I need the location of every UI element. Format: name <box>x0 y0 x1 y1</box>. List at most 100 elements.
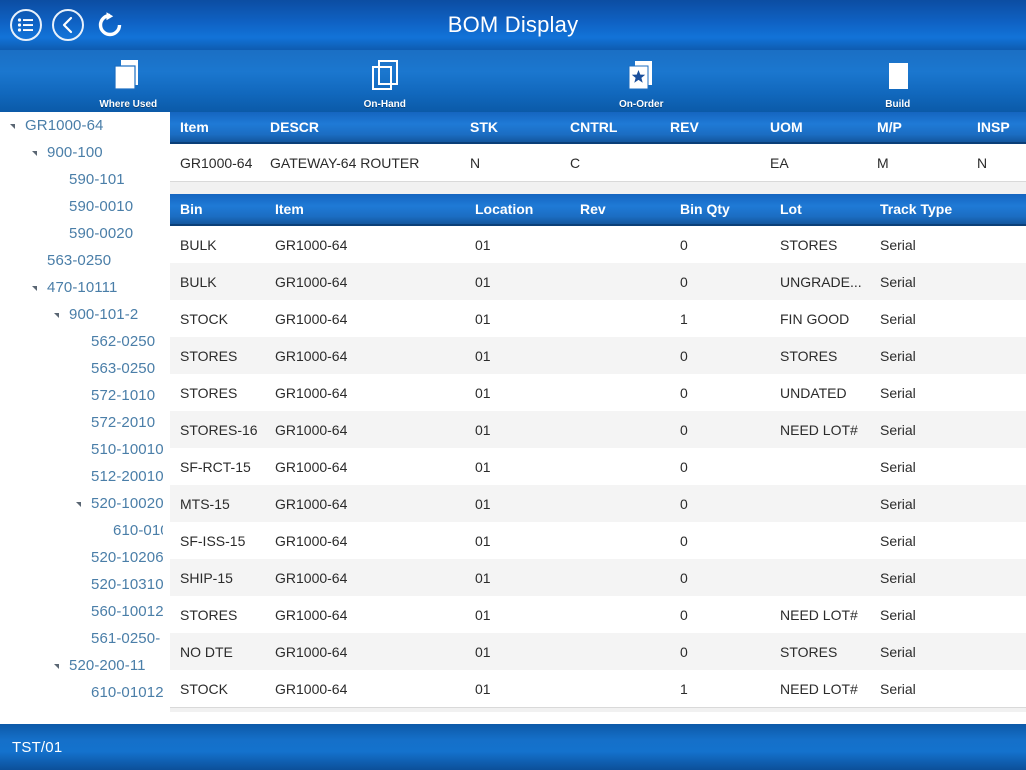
table-row[interactable]: MTS-15 GR1000-64 01 0 Serial <box>170 485 1026 522</box>
column-header-cntrl[interactable]: CNTRL <box>570 119 670 135</box>
tree-item[interactable]: 563-0250 <box>0 355 163 382</box>
table-row[interactable]: STOCK GR1000-64 01 1 NEED LOT# Serial <box>170 670 1026 707</box>
cell-bin-item: GR1000-64 <box>275 495 348 512</box>
single-page-icon <box>874 57 922 97</box>
two-squares-outline-icon <box>361 57 409 97</box>
tree-item[interactable]: 590-0020 <box>0 220 163 247</box>
page-title: BOM Display <box>447 12 579 37</box>
cell-lot: NEED LOT# <box>780 421 858 438</box>
tree-item[interactable]: 572-1010 <box>0 382 163 409</box>
tree-caret-spacer <box>74 605 87 618</box>
cell-lot: FIN GOOD <box>780 310 850 327</box>
tree-caret-spacer <box>52 173 65 186</box>
cell-bin-qty: 0 <box>680 495 688 512</box>
cell-bin-item: GR1000-64 <box>275 310 348 327</box>
table-row[interactable]: NO DTE GR1000-64 01 0 STORES Serial <box>170 633 1026 670</box>
cell-descr: GATEWAY-64 ROUTER <box>270 154 420 171</box>
cell-bin-item: GR1000-64 <box>275 680 348 697</box>
bom-tree[interactable]: GR1000-64 900-100 590-101 590-0010 590-0020 5… <box>0 112 164 712</box>
table-row[interactable]: STORES GR1000-64 01 0 STORES Serial <box>170 337 1026 374</box>
table-row[interactable]: BULK GR1000-64 01 0 UNGRADE... Serial <box>170 263 1026 300</box>
toolbar-button-build[interactable]: Build <box>770 50 1026 112</box>
column-header-insp[interactable]: INSP <box>977 119 1026 135</box>
toolbar-button-where-used[interactable]: Where Used <box>0 50 257 112</box>
toolbar: Where Used On-Hand On-Order Build <box>0 50 1026 112</box>
column-header-descr[interactable]: DESCR <box>270 119 470 135</box>
column-header-rev[interactable]: REV <box>670 119 770 135</box>
tree-item[interactable]: 520-10310 <box>0 571 163 598</box>
cell-bin: STORES-16 <box>180 421 258 438</box>
cell-lot: NEED LOT# <box>780 606 858 623</box>
tree-item[interactable]: 561-0250- <box>0 625 163 652</box>
tree-item[interactable]: 900-100 <box>0 139 163 166</box>
cell-location: 01 <box>475 347 491 364</box>
tree-expand-caret-icon[interactable] <box>30 281 43 294</box>
column-header-uom[interactable]: UOM <box>770 119 877 135</box>
tree-caret-spacer <box>74 389 87 402</box>
column-header-lot[interactable]: Lot <box>780 201 880 217</box>
column-header-location[interactable]: Location <box>475 201 580 217</box>
cell-bin: STORES <box>180 606 238 623</box>
tree-item-label: 900-100 <box>47 144 103 161</box>
cell-location: 01 <box>475 236 491 253</box>
column-header-bin-item[interactable]: Item <box>275 201 475 217</box>
tree-item[interactable]: 590-0010 <box>0 193 163 220</box>
column-header-item[interactable]: Item <box>170 119 270 135</box>
title-bar-icon-group <box>0 9 126 41</box>
column-header-bin[interactable]: Bin <box>170 201 275 217</box>
table-row[interactable]: SHIP-15 GR1000-64 01 0 Serial <box>170 559 1026 596</box>
tree-item[interactable]: 512-20010 <box>0 463 163 490</box>
cell-track-type: Serial <box>880 458 916 475</box>
tree-item[interactable]: 560-10012 <box>0 598 163 625</box>
tree-expand-caret-icon[interactable] <box>8 119 21 132</box>
table-row[interactable]: STOCK GR1000-64 01 1 FIN GOOD Serial <box>170 300 1026 337</box>
column-header-mp[interactable]: M/P <box>877 119 977 135</box>
table-row[interactable]: STORES GR1000-64 01 0 NEED LOT# Serial <box>170 596 1026 633</box>
cell-bin: MTS-15 <box>180 495 230 512</box>
tree-item-label: 520-10020 <box>91 495 164 512</box>
cell-location: 01 <box>475 384 491 401</box>
tree-expand-caret-icon[interactable] <box>30 146 43 159</box>
toolbar-button-on-hand[interactable]: On-Hand <box>257 50 514 112</box>
tree-expand-caret-icon[interactable] <box>52 659 65 672</box>
tree-item[interactable]: 510-10010 <box>0 436 163 463</box>
column-header-track-type[interactable]: Track Type <box>880 201 1026 217</box>
tree-item[interactable]: 520-10206 <box>0 544 163 571</box>
cell-bin-qty: 0 <box>680 532 688 549</box>
cell-stk: N <box>470 154 481 171</box>
tree-item[interactable]: 520-200-11 <box>0 652 163 679</box>
table-row[interactable]: STORES GR1000-64 01 0 UNDATED Serial <box>170 374 1026 411</box>
cell-track-type: Serial <box>880 347 916 364</box>
cell-track-type: Serial <box>880 421 916 438</box>
hamburger-menu-icon[interactable] <box>10 9 42 41</box>
tree-item[interactable]: 900-101-2 <box>0 301 163 328</box>
toolbar-button-on-order[interactable]: On-Order <box>513 50 770 112</box>
cell-lot: STORES <box>780 236 838 253</box>
refresh-icon[interactable] <box>94 9 126 41</box>
tree-item[interactable]: GR1000-64 <box>0 112 163 139</box>
tree-item-label: 572-1010 <box>91 387 156 404</box>
tree-item[interactable]: 470-10111 <box>0 274 163 301</box>
table-row[interactable]: BULK GR1000-64 01 0 STORES Serial <box>170 226 1026 263</box>
star-page-icon <box>617 57 665 97</box>
column-header-stk[interactable]: STK <box>470 119 570 135</box>
table-row[interactable]: SF-ISS-15 GR1000-64 01 0 Serial <box>170 522 1026 559</box>
tree-item[interactable]: 563-0250 <box>0 247 163 274</box>
tree-expand-caret-icon[interactable] <box>74 497 87 510</box>
tree-item[interactable]: 520-10020 <box>0 490 163 517</box>
tree-item-label: 900-101-2 <box>69 306 139 323</box>
tree-expand-caret-icon[interactable] <box>52 308 65 321</box>
tree-item[interactable]: 610-010 <box>0 517 163 544</box>
column-header-bin-rev[interactable]: Rev <box>580 201 680 217</box>
tree-item-label: 560-10012 <box>91 603 164 620</box>
table-row[interactable]: STORES-16 GR1000-64 01 0 NEED LOT# Serial <box>170 411 1026 448</box>
column-header-bin-qty[interactable]: Bin Qty <box>680 201 780 217</box>
bom-display-window: BOM Display Where Used On-Hand On-Order … <box>0 0 1026 770</box>
tree-item[interactable]: 562-0250 <box>0 328 163 355</box>
tree-item[interactable]: 572-2010 <box>0 409 163 436</box>
tree-item[interactable]: 590-101 <box>0 166 163 193</box>
back-chevron-icon[interactable] <box>52 9 84 41</box>
table-row[interactable]: SF-RCT-15 GR1000-64 01 0 Serial <box>170 448 1026 485</box>
tree-item[interactable]: 610-01012 <box>0 679 163 706</box>
table-row[interactable]: GR1000-64 GATEWAY-64 ROUTER N C EA M N <box>170 144 1026 181</box>
